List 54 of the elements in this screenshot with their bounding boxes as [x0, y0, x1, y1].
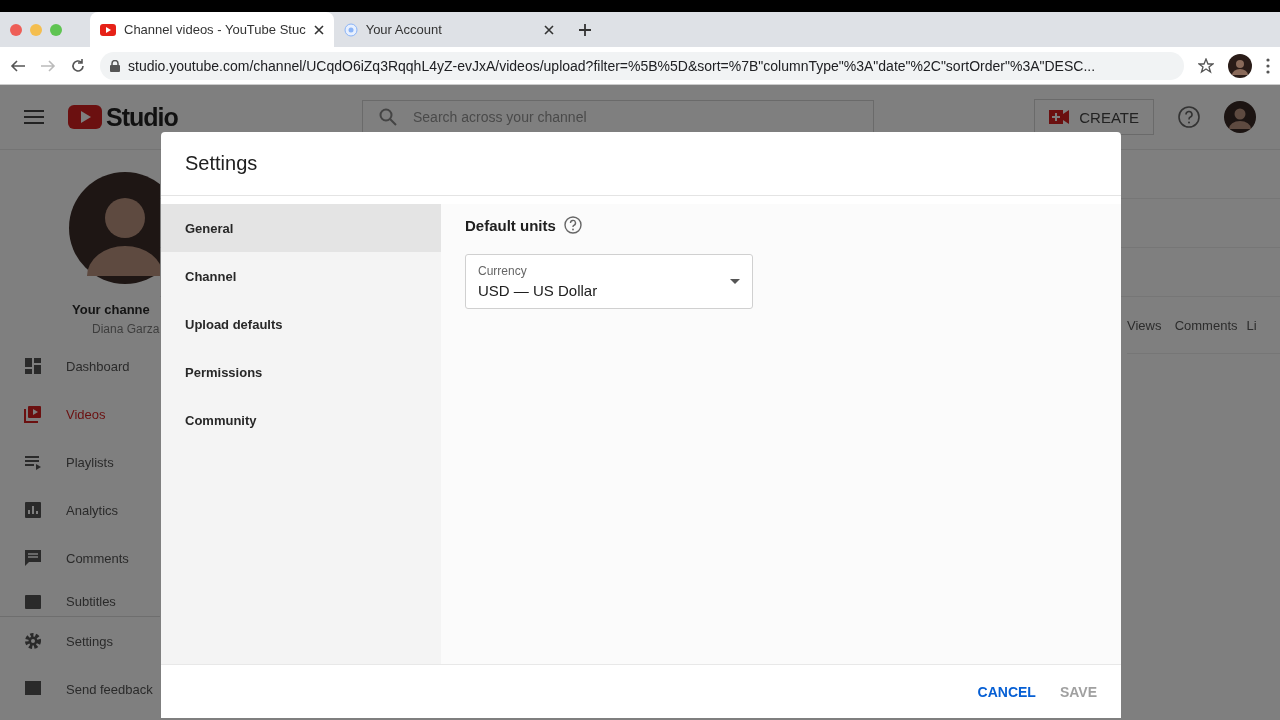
browser-tab[interactable]: Channel videos - YouTube Stuc [90, 12, 334, 47]
bookmark-star-icon[interactable] [1198, 57, 1214, 74]
profile-avatar[interactable] [1228, 53, 1252, 78]
tab-title: Channel videos - YouTube Stuc [124, 22, 306, 37]
play-logo-icon [100, 23, 116, 36]
nav-item[interactable]: Settings [0, 617, 160, 665]
address-field[interactable]: studio.youtube.com/channel/UCqdO6iZq3RqqhL4yZ-evJxA/videos/upload?filter=%5B%5D&sort=%7B"columnType"%3A"date"%2C"sortOrder"%3A"DESC... [100, 51, 1184, 80]
nav-item[interactable]: Send feedback [0, 665, 160, 713]
bar-chart-icon [24, 501, 42, 519]
playlist-icon [24, 453, 42, 471]
settings-tab[interactable]: Community [161, 396, 441, 444]
search-icon [379, 108, 397, 126]
nav-item[interactable]: Comments [0, 534, 160, 582]
dialog-title: Settings [161, 132, 1121, 196]
column-header[interactable]: Comments [1174, 317, 1247, 333]
settings-icon [24, 632, 42, 650]
currency-select[interactable]: Currency USD — US Dollar [465, 254, 753, 309]
settings-tab[interactable]: General [161, 204, 441, 252]
column-header[interactable]: Li [1246, 317, 1280, 333]
tab-title: Your Account [365, 22, 443, 37]
camera-plus-icon [1049, 110, 1070, 124]
video-library-icon [24, 405, 42, 423]
more-menu-icon[interactable] [1266, 57, 1270, 74]
channel-name: Diana Garza [92, 322, 160, 336]
menu-icon[interactable] [24, 109, 44, 125]
studio-logo-text: Studio [106, 102, 178, 132]
settings-tab[interactable]: Permissions [161, 348, 441, 396]
settings-tab[interactable]: Channel [161, 252, 441, 300]
help-icon[interactable] [563, 216, 582, 234]
play-logo-icon [68, 105, 102, 129]
settings-tab[interactable]: Upload defaults [161, 300, 441, 348]
help-icon[interactable] [1178, 106, 1200, 128]
comment-icon [24, 549, 42, 567]
nav-item[interactable]: Subtitles [0, 582, 160, 612]
close-icon[interactable] [313, 24, 324, 35]
channel-label: Your channe [72, 302, 150, 317]
dropdown-caret-icon [730, 279, 740, 284]
nav-item[interactable]: Dashboard [0, 342, 160, 390]
close-light-icon[interactable] [10, 23, 22, 36]
back-icon[interactable] [10, 57, 26, 74]
nav-item[interactable]: Playlists [0, 438, 160, 486]
dialog-button[interactable]: CANCEL [977, 677, 1036, 706]
globe-icon [343, 22, 358, 37]
dashboard-icon [24, 357, 42, 375]
account-avatar[interactable] [1224, 101, 1256, 133]
nav-item[interactable]: Analytics [0, 486, 160, 534]
column-header[interactable]: Views [1127, 317, 1175, 333]
browser-tab[interactable]: Your Account [333, 12, 564, 47]
close-icon[interactable] [543, 24, 554, 35]
url-text: studio.youtube.com/channel/UCqdO6iZq3RqqhL4yZ-evJxA/videos/upload?filter=%5B%5D&sort=%7B"columnType"%3A"date"%2C"sortOrder"%3A"DESC... [128, 57, 1096, 74]
section-title: Default units [465, 216, 556, 234]
lock-icon [110, 59, 120, 72]
reload-icon[interactable] [70, 57, 86, 74]
new-tab-icon[interactable] [577, 22, 592, 37]
